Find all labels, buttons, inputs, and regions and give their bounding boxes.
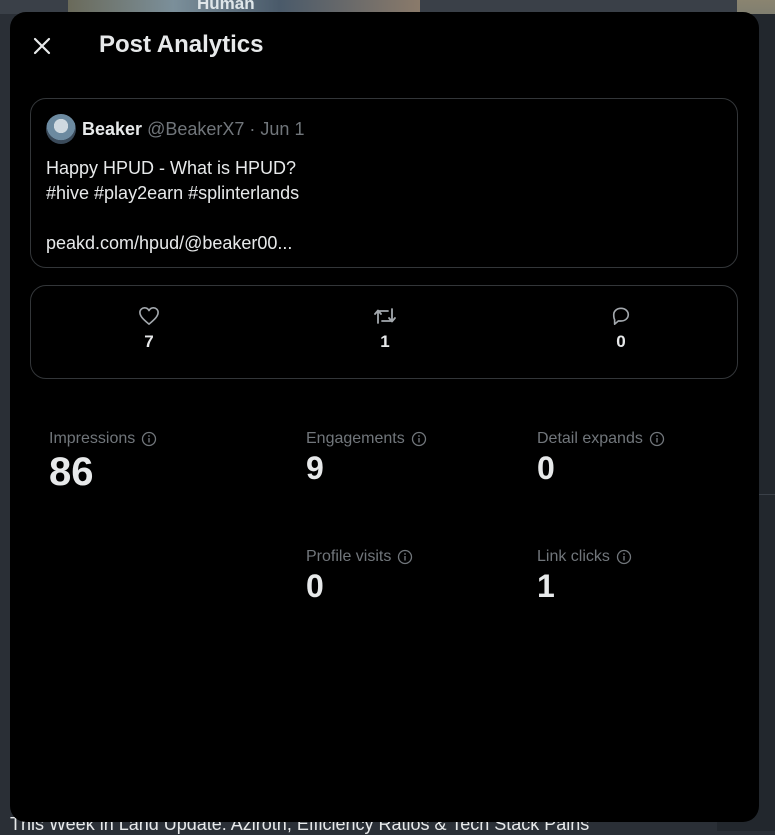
avatar[interactable] [46, 114, 76, 144]
profile-visits-stat: Profile visits 0 [306, 548, 413, 605]
post-link[interactable]: peakd.com/hpud/@beaker00... [46, 231, 299, 256]
impressions-stat: Impressions 86 [49, 430, 157, 495]
replies-metric: 0 [591, 306, 651, 352]
post-text-blank-line [46, 206, 299, 231]
detail-expands-label: Detail expands [537, 430, 665, 448]
post-date[interactable]: Jun 1 [260, 119, 304, 139]
post-analytics-modal: Post Analytics Beaker @BeakerX7 · Jun 1 … [10, 12, 759, 822]
close-icon[interactable] [28, 32, 56, 60]
heart-icon [139, 307, 159, 325]
reposts-metric: 1 [355, 306, 415, 352]
likes-count: 7 [144, 332, 154, 351]
profile-visits-label-text: Profile visits [306, 548, 392, 565]
link-clicks-value: 1 [537, 568, 555, 604]
detail-expands-label-text: Detail expands [537, 430, 643, 447]
modal-title: Post Analytics [99, 31, 264, 58]
info-icon[interactable] [616, 549, 632, 565]
author-name[interactable]: Beaker [82, 119, 142, 139]
reply-icon [612, 307, 630, 325]
profile-visits-value: 0 [306, 568, 324, 604]
detail-expands-stat: Detail expands 0 [537, 430, 665, 487]
link-clicks-stat: Link clicks 1 [537, 548, 632, 605]
post-hashtags-line[interactable]: #hive #play2earn #splinterlands [46, 181, 299, 206]
impressions-label-text: Impressions [49, 430, 136, 447]
info-icon[interactable] [411, 431, 427, 447]
engagements-label: Engagements [306, 430, 427, 448]
author-handle[interactable]: @BeakerX7 [147, 119, 244, 139]
replies-count: 0 [616, 332, 626, 351]
engagements-value: 9 [306, 450, 324, 486]
info-icon[interactable] [141, 431, 157, 447]
impressions-value: 86 [49, 450, 94, 494]
impressions-label: Impressions [49, 430, 157, 448]
separator-dot: · [249, 119, 256, 139]
likes-metric: 7 [119, 306, 179, 352]
link-clicks-label-text: Link clicks [537, 548, 610, 565]
profile-visits-label: Profile visits [306, 548, 413, 566]
post-text: Happy HPUD - What is HPUD? #hive #play2e… [46, 156, 299, 256]
engagements-label-text: Engagements [306, 430, 405, 447]
engagement-summary-card: 7 1 0 [30, 285, 738, 379]
post-text-line: Happy HPUD - What is HPUD? [46, 158, 297, 178]
engagements-stat: Engagements 9 [306, 430, 427, 487]
post-author: Beaker @BeakerX7 · Jun 1 [82, 119, 304, 140]
reposts-count: 1 [380, 332, 390, 351]
repost-icon [374, 308, 396, 324]
close-button[interactable] [28, 32, 56, 60]
post-preview-card[interactable]: Beaker @BeakerX7 · Jun 1 Happy HPUD - Wh… [30, 98, 738, 268]
detail-expands-value: 0 [537, 450, 555, 486]
info-icon[interactable] [397, 549, 413, 565]
info-icon[interactable] [649, 431, 665, 447]
link-clicks-label: Link clicks [537, 548, 632, 566]
